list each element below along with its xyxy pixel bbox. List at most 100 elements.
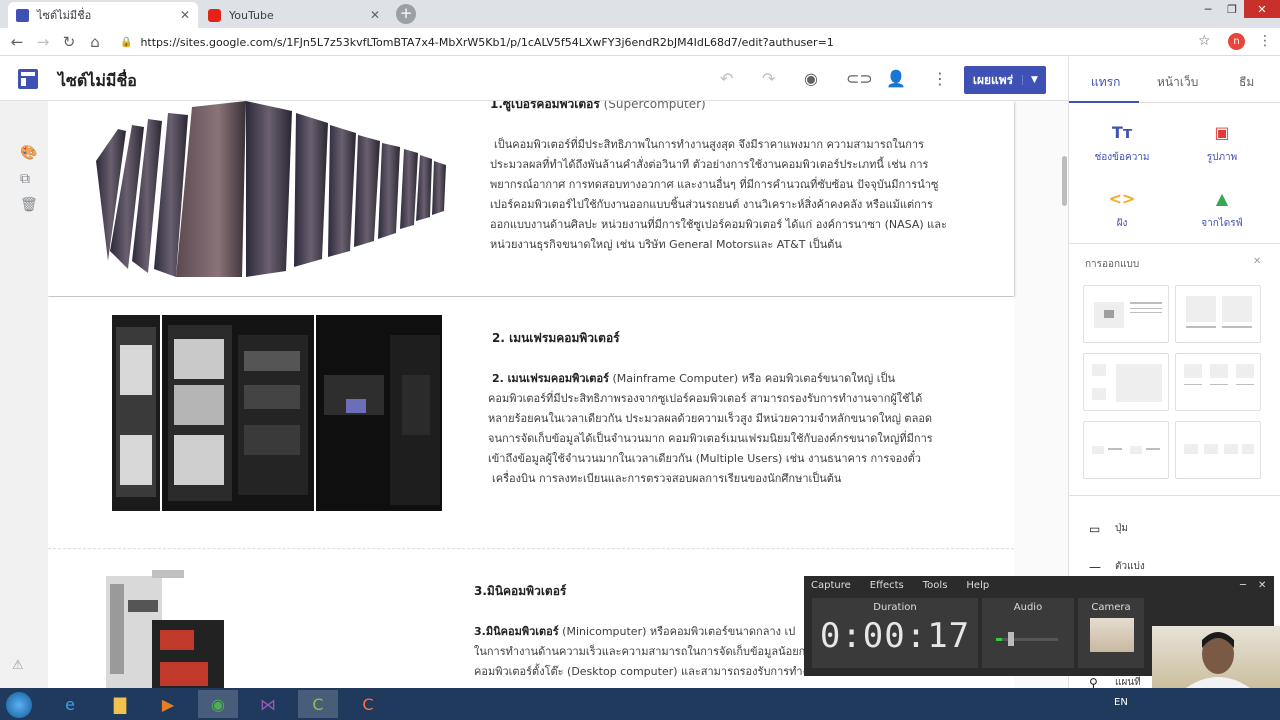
sites-logo-icon[interactable] bbox=[18, 69, 38, 89]
audio-level-meter bbox=[996, 638, 1002, 641]
camtasia-recorder-icon[interactable]: C bbox=[298, 690, 338, 718]
chrome-icon[interactable]: ◉ bbox=[198, 690, 238, 718]
lead-rest: (Mainframe Computer) หรือ คอมพิวเตอร์ขนา… bbox=[608, 372, 896, 385]
close-tab-icon[interactable]: ✕ bbox=[370, 8, 380, 22]
undo-icon[interactable]: ↶ bbox=[720, 69, 733, 88]
reload-icon[interactable]: ↻ bbox=[56, 33, 82, 51]
body-line: จนการจัดเก็บข้อมูลได้เป็นจำนวนมาก คอมพิว… bbox=[488, 432, 933, 445]
tab-themes[interactable]: ธีม bbox=[1239, 73, 1254, 92]
preview-eye-icon[interactable]: ◉ bbox=[804, 69, 818, 88]
layout-option[interactable] bbox=[1083, 421, 1169, 479]
restore-icon[interactable]: ❐ bbox=[1220, 0, 1244, 18]
palette-icon[interactable]: 🎨 bbox=[20, 145, 37, 161]
section-mainframe[interactable]: 2. เมนเฟรมคอมพิวเตอร์ 2. เมนเฟรมคอมพิวเต… bbox=[48, 297, 1014, 549]
camtasia-studio-icon[interactable]: C bbox=[348, 690, 388, 718]
insert-button-item[interactable]: ▭ ปุ่ม bbox=[1089, 521, 1128, 536]
button-icon: ▭ bbox=[1089, 521, 1101, 536]
mainframe-body[interactable]: 2. เมนเฟรมคอมพิวเตอร์ (Mainframe Compute… bbox=[488, 369, 968, 489]
mainframe-image[interactable] bbox=[112, 315, 444, 511]
visual-studio-icon[interactable]: ⋈ bbox=[248, 690, 288, 718]
language-indicator[interactable]: EN bbox=[1114, 697, 1128, 708]
lead-bold: 3.มินิคอมพิวเตอร์ bbox=[474, 625, 559, 638]
canvas-scrollbar[interactable] bbox=[1062, 156, 1067, 206]
browser-tab-strip: ไซต์ไม่มีชื่อ ✕ YouTube ✕ + ─ ❐ ✕ bbox=[0, 0, 1280, 28]
body-line: เข้าถึงข้อมูลผู้ใช้จำนวนมากในเวลาเดียวกั… bbox=[488, 452, 921, 465]
supercomputer-heading[interactable]: 1.ซูเปอร์คอมพิวเตอร์ (Supercomputer) bbox=[490, 101, 706, 114]
publish-dropdown-icon[interactable]: ▼ bbox=[1022, 75, 1046, 85]
recorder-minimize-icon[interactable]: ─ bbox=[1240, 580, 1246, 591]
internet-explorer-icon[interactable]: e bbox=[50, 690, 90, 718]
section-supercomputer[interactable]: 1.ซูเปอร์คอมพิวเตอร์ (Supercomputer) เป็… bbox=[48, 101, 1014, 296]
file-explorer-icon[interactable]: ▇ bbox=[100, 690, 140, 718]
lock-icon: 🔒 bbox=[120, 36, 133, 48]
address-bar[interactable]: 🔒 https://sites.google.com/s/1FJn5L7z53k… bbox=[120, 32, 1220, 52]
sites-editor-header: ไซต์ไม่มีชื่อ ↶ ↷ ◉ ⊂⊃ 👤 ⋮ เผยแพร่ ▼ bbox=[0, 57, 1068, 101]
insert-label: จากไดรฟ์ bbox=[1201, 218, 1243, 229]
redo-icon[interactable]: ↷ bbox=[762, 69, 775, 88]
profile-avatar[interactable]: n bbox=[1228, 33, 1245, 50]
home-icon[interactable]: ⌂ bbox=[82, 33, 108, 51]
item-label: ปุ่ม bbox=[1115, 523, 1128, 534]
tab-title: ไซต์ไม่มีชื่อ bbox=[37, 9, 92, 22]
insert-from-drive[interactable]: ▲ จากไดรฟ์ bbox=[1177, 189, 1267, 231]
new-tab-button[interactable]: + bbox=[396, 4, 416, 24]
audio-level-slider[interactable] bbox=[996, 638, 1058, 641]
minicomputer-heading[interactable]: 3.มินิคอมพิวเตอร์ bbox=[474, 582, 566, 601]
delete-icon[interactable]: 🗑 bbox=[20, 197, 38, 213]
menu-help[interactable]: Help bbox=[966, 580, 989, 591]
collapse-icon[interactable]: ✕ bbox=[1253, 256, 1261, 267]
layout-option[interactable] bbox=[1175, 285, 1261, 343]
close-tab-icon[interactable]: ✕ bbox=[180, 8, 190, 22]
active-tab-indicator bbox=[1069, 101, 1139, 103]
tab-pages[interactable]: หน้าเว็บ bbox=[1157, 73, 1198, 92]
insert-divider-item[interactable]: — ตัวแบ่ง bbox=[1089, 559, 1145, 574]
menu-effects[interactable]: Effects bbox=[870, 580, 904, 591]
body-line: เปอร์คอมพิวเตอร์ไปใช้กับงานออกแบบชิ้นส่ว… bbox=[490, 198, 933, 211]
insert-label: ฝัง bbox=[1116, 218, 1128, 229]
layout-option[interactable] bbox=[1083, 353, 1169, 411]
menu-capture[interactable]: Capture bbox=[811, 580, 851, 591]
duration-value: 0:00:17 bbox=[819, 616, 971, 656]
duplicate-icon[interactable]: ⧉ bbox=[20, 171, 30, 187]
link-icon[interactable]: ⊂⊃ bbox=[846, 69, 873, 88]
window-close-icon[interactable]: ✕ bbox=[1244, 0, 1280, 18]
audio-slider-thumb[interactable] bbox=[1008, 632, 1014, 646]
share-add-person-icon[interactable]: 👤 bbox=[886, 69, 906, 88]
back-icon[interactable]: ← bbox=[4, 33, 30, 51]
insert-embed[interactable]: <> ฝัง bbox=[1077, 189, 1167, 231]
feedback-icon[interactable]: ⚠ bbox=[12, 658, 24, 673]
layouts-label: การออกแบบ bbox=[1085, 259, 1140, 270]
forward-icon[interactable]: → bbox=[30, 33, 56, 51]
body-line: หลายร้อยคนในเวลาเดียวกัน ประมวลผลด้วยควา… bbox=[488, 412, 933, 425]
menu-tools[interactable]: Tools bbox=[923, 580, 948, 591]
browser-menu-icon[interactable]: ⋮ bbox=[1258, 33, 1272, 49]
insert-text-box[interactable]: Tт ช่องข้อความ bbox=[1077, 123, 1167, 165]
browser-tab-youtube[interactable]: YouTube ✕ bbox=[200, 2, 388, 28]
recorder-close-icon[interactable]: ✕ bbox=[1258, 580, 1266, 591]
layout-option[interactable] bbox=[1175, 421, 1261, 479]
minicomputer-image[interactable] bbox=[104, 570, 234, 688]
publish-button[interactable]: เผยแพร่ ▼ bbox=[964, 66, 1046, 94]
supercomputer-image[interactable] bbox=[96, 101, 448, 277]
body-line: หน่วยงานธุรกิจขนาดใหญ่ เช่น บริษัท Gener… bbox=[490, 238, 842, 251]
browser-tab-sites[interactable]: ไซต์ไม่มีชื่อ ✕ bbox=[8, 2, 198, 28]
publish-label: เผยแพร่ bbox=[972, 72, 1014, 87]
body-line: คอมพิวเตอร์ที่มีประสิทธิภาพรองจากซูเปอร์… bbox=[488, 392, 923, 405]
mainframe-heading[interactable]: 2. เมนเฟรมคอมพิวเตอร์ bbox=[492, 329, 620, 348]
recorder-menu: Capture Effects Tools Help ─ ✕ bbox=[804, 576, 1274, 594]
media-player-icon[interactable]: ▶ bbox=[148, 690, 188, 718]
insert-image[interactable]: ▣ รูปภาพ bbox=[1177, 123, 1267, 165]
windows-start-icon[interactable] bbox=[6, 692, 32, 718]
insert-label: ช่องข้อความ bbox=[1094, 152, 1150, 163]
layout-option[interactable] bbox=[1175, 353, 1261, 411]
tab-title: YouTube bbox=[229, 8, 274, 22]
supercomputer-body[interactable]: เป็นคอมพิวเตอร์ที่มีประสิทธิภาพในการทำงา… bbox=[490, 135, 970, 255]
bookmark-star-icon[interactable]: ☆ bbox=[1198, 33, 1211, 49]
more-options-icon[interactable]: ⋮ bbox=[932, 69, 948, 88]
site-title[interactable]: ไซต์ไม่มีชื่อ bbox=[58, 69, 137, 94]
body-line: เป็นคอมพิวเตอร์ที่มีประสิทธิภาพในการทำงา… bbox=[494, 138, 925, 151]
minimize-icon[interactable]: ─ bbox=[1196, 0, 1220, 18]
camera-preview[interactable] bbox=[1090, 618, 1134, 652]
tab-insert[interactable]: แทรก bbox=[1091, 73, 1120, 92]
layout-option[interactable] bbox=[1083, 285, 1169, 343]
